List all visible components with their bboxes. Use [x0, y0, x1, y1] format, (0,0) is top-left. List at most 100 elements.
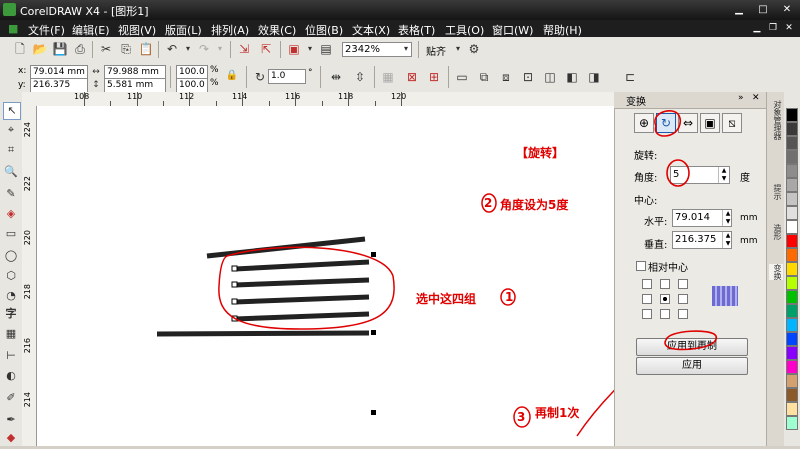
anchor-top-center[interactable] [660, 279, 670, 289]
color-swatch[interactable] [786, 318, 798, 332]
color-swatch[interactable] [786, 262, 798, 276]
open-folder-icon[interactable]: 📂 [32, 41, 48, 57]
combine-icon[interactable]: ▭ [454, 69, 470, 85]
launcher-dropdown-icon[interactable]: ▾ [302, 41, 318, 57]
menu-file[interactable]: 文件(F) [28, 22, 65, 38]
dimension-tool-icon[interactable]: ⊢ [3, 348, 19, 364]
color-swatch[interactable] [786, 402, 798, 416]
ungroup-all-icon[interactable]: ⊞ [426, 69, 442, 85]
color-swatch[interactable] [786, 332, 798, 346]
eyedropper-tool-icon[interactable]: ✐ [3, 390, 19, 406]
menu-table[interactable]: 表格(T) [398, 22, 435, 38]
height-field[interactable]: 5.581 mm [104, 78, 166, 93]
docker-close-icon[interactable]: ✕ [752, 93, 760, 103]
color-swatch[interactable] [786, 360, 798, 374]
pick-tool-icon[interactable]: ↖ [3, 102, 21, 120]
apply-button[interactable]: 应用 [636, 357, 748, 375]
anchor-top-left[interactable] [642, 279, 652, 289]
rectangle-tool-icon[interactable]: ▭ [3, 226, 19, 242]
redo-dropdown-icon[interactable]: ▾ [212, 41, 228, 57]
color-swatch[interactable] [786, 276, 798, 290]
mirror-vertical-icon[interactable]: ⇳ [352, 69, 368, 85]
cut-icon[interactable]: ✂ [98, 41, 114, 57]
color-swatch[interactable] [786, 388, 798, 402]
color-swatch[interactable] [786, 374, 798, 388]
selected-line-1[interactable] [234, 259, 370, 272]
doc-minimize-button[interactable]: ▁ [750, 22, 764, 35]
menu-help[interactable]: 帮助(H) [543, 22, 582, 38]
color-swatch[interactable] [786, 346, 798, 360]
snap-dropdown-icon[interactable]: ▾ [450, 41, 466, 57]
anchor-bottom-left[interactable] [642, 309, 652, 319]
anchor-middle-left[interactable] [642, 294, 652, 304]
ellipse-tool-icon[interactable]: ◯ [3, 248, 19, 264]
table-tool-icon[interactable]: ▦ [3, 326, 19, 342]
node-handle[interactable] [231, 298, 238, 305]
copy-icon[interactable]: ⎘ [118, 41, 134, 57]
horizontal-ruler[interactable]: 108 110 112 114 116 118 120 [22, 92, 614, 107]
selection-handle[interactable] [371, 410, 376, 415]
relative-center-checkbox[interactable] [636, 261, 646, 271]
scale-height-field[interactable]: 100.0 [176, 78, 208, 93]
skew-transform-icon[interactable]: ⧅ [722, 113, 742, 133]
color-swatch[interactable] [786, 416, 798, 430]
lock-ratio-icon[interactable]: 🔒 [224, 68, 240, 84]
ungroup-icon[interactable]: ⊠ [404, 69, 420, 85]
menu-arrange[interactable]: 排列(A) [211, 22, 249, 38]
color-swatch[interactable] [786, 122, 798, 136]
intersect-icon[interactable]: ⊡ [520, 69, 536, 85]
selected-line-3[interactable] [234, 294, 370, 305]
menu-edit[interactable]: 编辑(E) [72, 22, 110, 38]
freehand-tool-icon[interactable]: ✎ [3, 186, 19, 202]
menu-bitmaps[interactable]: 位图(B) [305, 22, 343, 38]
selection-handle[interactable] [371, 252, 376, 257]
color-swatch[interactable] [786, 192, 798, 206]
save-icon[interactable]: 💾 [52, 41, 68, 57]
menu-layout[interactable]: 版面(L) [165, 22, 202, 38]
vertical-ruler[interactable]: 224 222 220 218 216 214 [22, 106, 37, 446]
color-swatch[interactable] [786, 164, 798, 178]
menu-tools[interactable]: 工具(O) [445, 22, 484, 38]
color-swatch[interactable] [786, 290, 798, 304]
import-icon[interactable]: ⇲ [236, 41, 252, 57]
color-swatch[interactable] [786, 108, 798, 122]
angle-spinner[interactable]: ▲ ▼ [718, 167, 729, 183]
simplify-icon[interactable]: ◫ [542, 69, 558, 85]
menu-window[interactable]: 窗口(W) [492, 22, 533, 38]
outline-tool-icon[interactable]: ✒ [3, 412, 19, 428]
horizontal-spinner[interactable]: ▲ ▼ [722, 210, 733, 226]
menu-text[interactable]: 文本(X) [352, 22, 390, 38]
color-swatch[interactable] [786, 304, 798, 318]
snap-to-label[interactable]: 贴齐 [426, 43, 446, 58]
color-swatch[interactable] [786, 248, 798, 262]
export-icon[interactable]: ⇱ [258, 41, 274, 57]
tab-shaping[interactable]: 造形 [769, 224, 783, 240]
weld-icon[interactable]: ⧉ [476, 69, 492, 85]
options-icon[interactable]: ⚙ [466, 41, 482, 57]
crop-tool-icon[interactable]: ⌗ [3, 142, 19, 158]
close-button[interactable]: ✕ [776, 2, 798, 17]
color-swatch[interactable] [786, 150, 798, 164]
text-tool-icon[interactable]: 字 [3, 306, 19, 322]
tab-object-manager[interactable]: 对象管理器 [769, 100, 783, 140]
smart-fill-tool-icon[interactable]: ◈ [3, 206, 19, 222]
color-swatch[interactable] [786, 220, 798, 234]
undo-dropdown-icon[interactable]: ▾ [180, 41, 196, 57]
application-launcher-icon[interactable]: ▣ [286, 41, 302, 57]
color-swatch[interactable] [786, 206, 798, 220]
print-icon[interactable]: ⎙ [72, 41, 88, 57]
selected-line-4[interactable] [234, 311, 370, 322]
menu-view[interactable]: 视图(V) [118, 22, 156, 38]
welcome-screen-icon[interactable]: ▤ [318, 41, 334, 57]
create-boundary-icon[interactable]: ⊏ [622, 69, 638, 85]
group-icon[interactable]: ▦ [380, 69, 396, 85]
y-position-field[interactable]: 216.375 mm [30, 78, 88, 103]
mirror-horizontal-icon[interactable]: ⇹ [328, 69, 344, 85]
front-minus-back-icon[interactable]: ◧ [564, 69, 580, 85]
zoom-dropdown-icon[interactable]: ▾ [398, 41, 414, 57]
polygon-tool-icon[interactable]: ⬡ [3, 268, 19, 284]
anchor-bottom-center[interactable] [660, 309, 670, 319]
docker-collapse-icon[interactable]: » [738, 93, 744, 103]
color-swatch[interactable] [786, 234, 798, 248]
color-swatch[interactable] [786, 178, 798, 192]
